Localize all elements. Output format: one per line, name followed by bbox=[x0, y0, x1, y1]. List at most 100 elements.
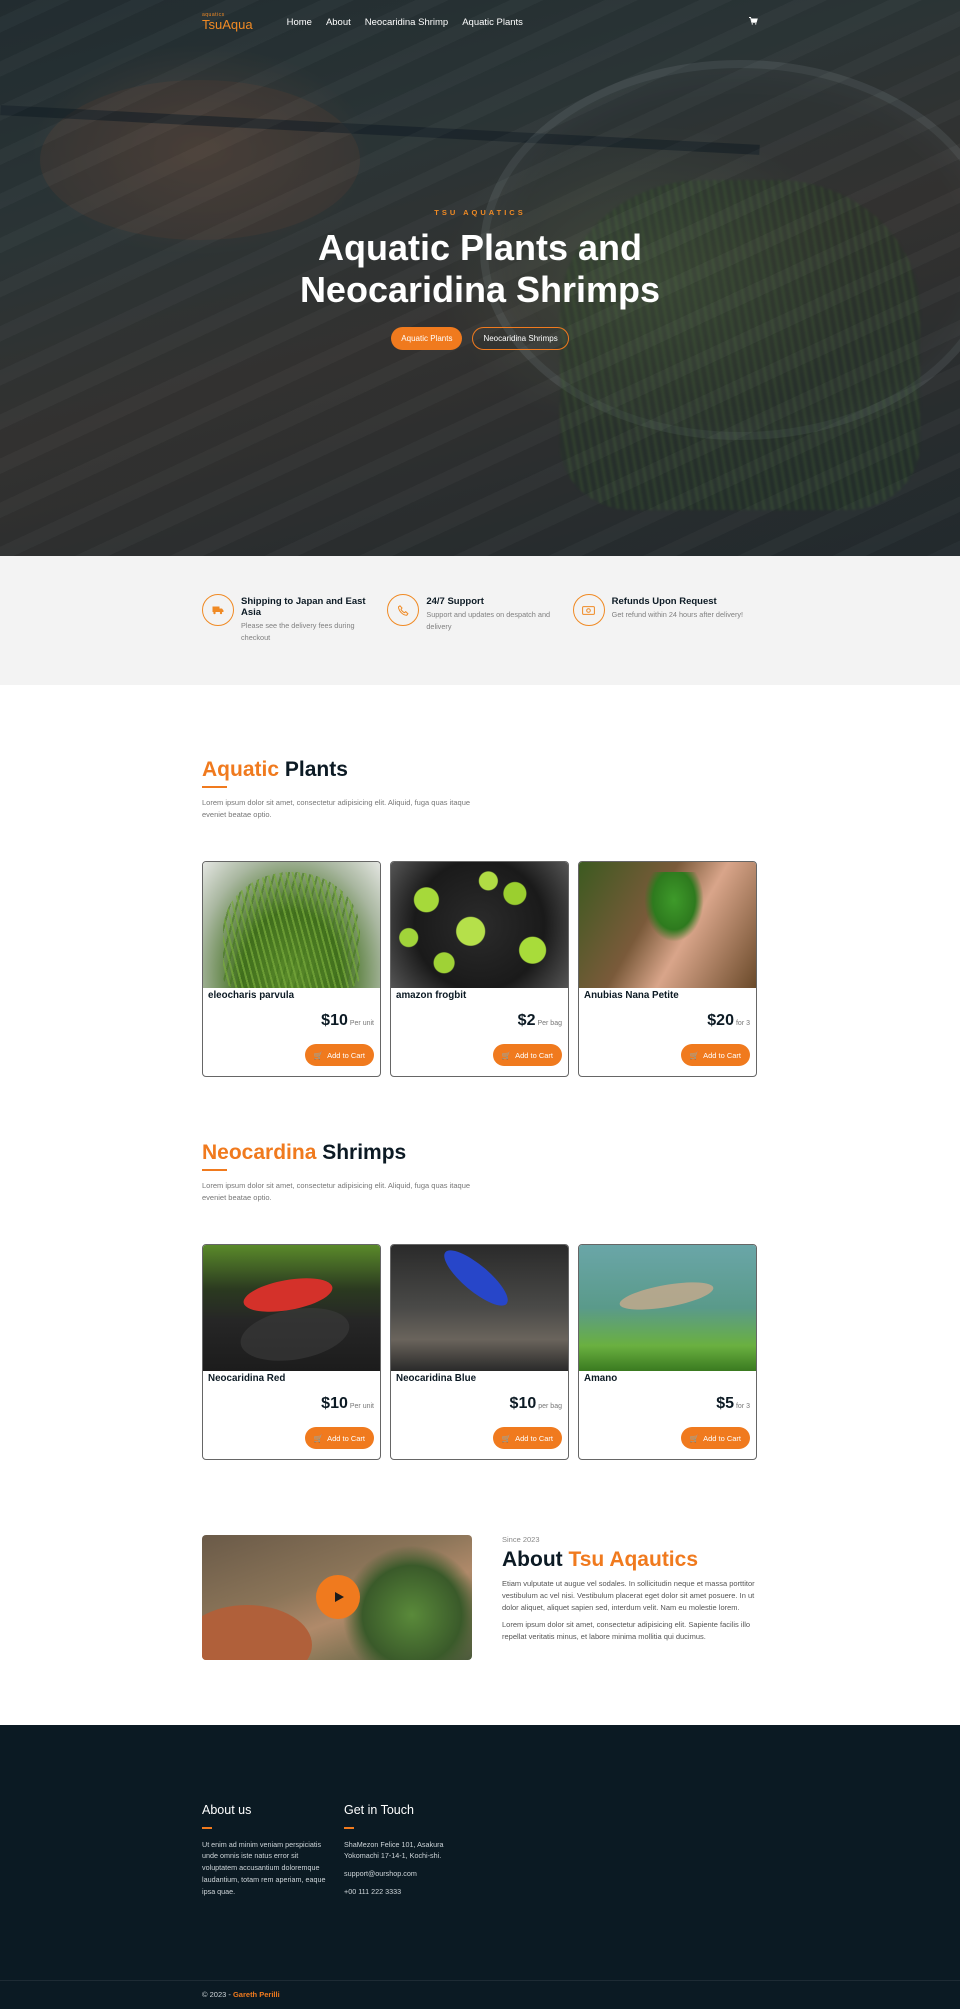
plants-title: Aquatic Plants bbox=[202, 757, 758, 783]
add-to-cart-label: Add to Cart bbox=[327, 1433, 365, 1443]
top-nav: aquatics TsuAqua Home About Neocaridina … bbox=[0, 0, 960, 44]
nav-link-about[interactable]: About bbox=[326, 17, 351, 28]
feature-title: Shipping to Japan and East Asia bbox=[241, 596, 366, 618]
contact-email[interactable]: support@ourshop.com bbox=[344, 1868, 472, 1880]
logo[interactable]: aquatics TsuAqua bbox=[202, 13, 253, 32]
hero-content: TSU AQUATICS Aquatic Plants and Neocarid… bbox=[0, 208, 960, 350]
title-underline bbox=[202, 1169, 227, 1171]
add-to-cart-button[interactable]: 🛒 Add to Cart bbox=[304, 1044, 374, 1066]
product-name: Anubias Nana Petite bbox=[584, 990, 679, 1001]
add-to-cart-button[interactable]: 🛒 Add to Cart bbox=[680, 1427, 750, 1449]
footer-underline bbox=[344, 1827, 354, 1829]
features-row: Shipping to Japan and East Asia Please s… bbox=[202, 556, 758, 644]
price-unit: per bag bbox=[538, 1403, 562, 1410]
product-image-red-shrimp[interactable] bbox=[203, 1245, 380, 1371]
copyright-text: © 2023 - bbox=[202, 1990, 233, 1999]
cart-icon: 🛒 bbox=[689, 1050, 700, 1060]
product-image-eleocharis[interactable] bbox=[203, 862, 380, 988]
footer-about: About us Ut enim ad minim veniam perspic… bbox=[202, 1803, 330, 1898]
phone-icon bbox=[387, 594, 420, 626]
product-price: $5 for 3 bbox=[716, 1395, 750, 1413]
footer-contact: Get in Touch ShaMezon Felice 101, Asakur… bbox=[344, 1803, 472, 1898]
plants-title-rest: Plants bbox=[279, 758, 348, 781]
contact-phone[interactable]: +00 111 222 3333 bbox=[344, 1886, 472, 1898]
cart-icon[interactable] bbox=[749, 17, 758, 27]
logo-text: TsuAqua bbox=[202, 17, 253, 32]
add-to-cart-label: Add to Cart bbox=[515, 1433, 553, 1443]
cart-icon: 🛒 bbox=[313, 1433, 324, 1443]
add-to-cart-button[interactable]: 🛒 Add to Cart bbox=[492, 1044, 562, 1066]
copyright-bar: © 2023 - Gareth Perilli bbox=[0, 1980, 960, 1999]
hero-title-line1: Aquatic Plants and bbox=[317, 227, 643, 268]
price-unit: for 3 bbox=[735, 1020, 750, 1027]
shrimps-title: Neocardina Shrimps bbox=[202, 1140, 758, 1166]
product-image-anubias[interactable] bbox=[579, 862, 756, 988]
price-unit: Per bag bbox=[537, 1020, 562, 1027]
product-card: Anubias Nana Petite $20 for 3 🛒 Add to Car… bbox=[578, 861, 757, 1077]
nav-link-shrimp[interactable]: Neocaridina Shrimp bbox=[365, 17, 448, 28]
about-title-plain: About bbox=[502, 1548, 569, 1571]
hero-title: Aquatic Plants and Neocaridina Shrimps bbox=[0, 227, 960, 311]
price-amount: $5 bbox=[716, 1395, 734, 1412]
aquatic-plants-button[interactable]: Aquatic Plants bbox=[391, 327, 463, 350]
footer-contact-title: Get in Touch bbox=[344, 1803, 414, 1817]
feature-title: Refunds Upon Request bbox=[611, 596, 717, 607]
price-unit: Per unit bbox=[349, 1020, 374, 1027]
product-price: $10 Per unit bbox=[321, 1395, 374, 1413]
play-button[interactable] bbox=[316, 1575, 360, 1619]
neocaridina-shrimps-button[interactable]: Neocaridina Shrimps bbox=[472, 327, 569, 350]
author-link[interactable]: Gareth Perilli bbox=[233, 1990, 280, 1999]
feature-support: 24/7 Support Support and updates on desp… bbox=[387, 594, 572, 644]
hero-eyebrow: TSU AQUATICS bbox=[434, 208, 526, 217]
since-label: Since 2023 bbox=[502, 1535, 540, 1544]
about-section: Since 2023 About Tsu Aqautics Etiam vulp… bbox=[202, 1535, 758, 1660]
about-title: About Tsu Aqautics bbox=[502, 1547, 758, 1573]
add-to-cart-button[interactable]: 🛒 Add to Cart bbox=[680, 1044, 750, 1066]
add-to-cart-button[interactable]: 🛒 Add to Cart bbox=[304, 1427, 374, 1449]
footer-about-title: About us bbox=[202, 1803, 252, 1817]
footer-underline bbox=[202, 1827, 212, 1829]
cart-icon: 🛒 bbox=[501, 1433, 512, 1443]
copyright: © 2023 - Gareth Perilli bbox=[202, 1990, 758, 1999]
price-amount: $2 bbox=[517, 1012, 536, 1029]
product-image-frogbit[interactable] bbox=[391, 862, 568, 988]
contact-details: ShaMezon Felice 101, Asakura Yokomachi 1… bbox=[344, 1839, 472, 1898]
features-strip: Shipping to Japan and East Asia Please s… bbox=[0, 556, 960, 685]
feature-refunds: Refunds Upon Request Get refund within 2… bbox=[572, 594, 758, 644]
product-card: Amano $5 for 3 🛒 Add to Cart bbox=[578, 1244, 757, 1460]
product-name: Neocaridina Red bbox=[208, 1373, 286, 1384]
hero-buttons: Aquatic Plants Neocaridina Shrimps bbox=[0, 327, 960, 350]
product-price: $10 per bag bbox=[510, 1395, 562, 1413]
plants-desc: Lorem ipsum dolor sit amet, consectetur … bbox=[202, 798, 471, 819]
product-image-amano-shrimp[interactable] bbox=[579, 1245, 756, 1371]
nav-link-home[interactable]: Home bbox=[287, 17, 312, 28]
footer-columns: About us Ut enim ad minim veniam perspic… bbox=[202, 1725, 758, 1898]
price-unit: Per unit bbox=[349, 1403, 374, 1410]
address-line: ShaMezon Felice 101, Asakura bbox=[344, 1839, 444, 1849]
product-image-blue-shrimp[interactable] bbox=[391, 1245, 568, 1371]
product-price: $20 for 3 bbox=[707, 1012, 750, 1030]
add-to-cart-button[interactable]: 🛒 Add to Cart bbox=[492, 1427, 562, 1449]
hero: aquatics TsuAqua Home About Neocaridina … bbox=[0, 0, 960, 556]
nav-link-plants[interactable]: Aquatic Plants bbox=[462, 17, 523, 28]
add-to-cart-label: Add to Cart bbox=[703, 1433, 741, 1443]
product-name: Amano bbox=[584, 1373, 618, 1384]
product-price: $2 Per bag bbox=[518, 1012, 562, 1030]
price-amount: $10 bbox=[321, 1395, 348, 1412]
about-title-accent: Tsu Aqautics bbox=[568, 1548, 699, 1571]
feature-shipping: Shipping to Japan and East Asia Please s… bbox=[202, 594, 387, 644]
product-card: eleocharis parvula $10 Per unit 🛒 Add to C… bbox=[202, 861, 381, 1077]
feature-desc: Get refund within 24 hours after deliver… bbox=[611, 610, 744, 619]
plants-cards: eleocharis parvula $10 Per unit 🛒 Add to C… bbox=[202, 861, 758, 1077]
address-line: Yokomachi 17-14-1, Kochi-shi. bbox=[344, 1851, 442, 1861]
product-card: Neocaridina Red $10 Per unit 🛒 Add to Cart bbox=[202, 1244, 381, 1460]
product-name: eleocharis parvula bbox=[208, 990, 295, 1001]
cart-icon: 🛒 bbox=[313, 1050, 324, 1060]
add-to-cart-label: Add to Cart bbox=[703, 1050, 741, 1060]
feature-title: 24/7 Support bbox=[426, 596, 484, 607]
about-video[interactable] bbox=[202, 1535, 472, 1660]
price-amount: $10 bbox=[321, 1012, 348, 1029]
title-underline bbox=[202, 786, 227, 788]
cart-icon: 🛒 bbox=[501, 1050, 512, 1060]
feature-desc: Support and updates on despatch and deli… bbox=[426, 610, 551, 631]
